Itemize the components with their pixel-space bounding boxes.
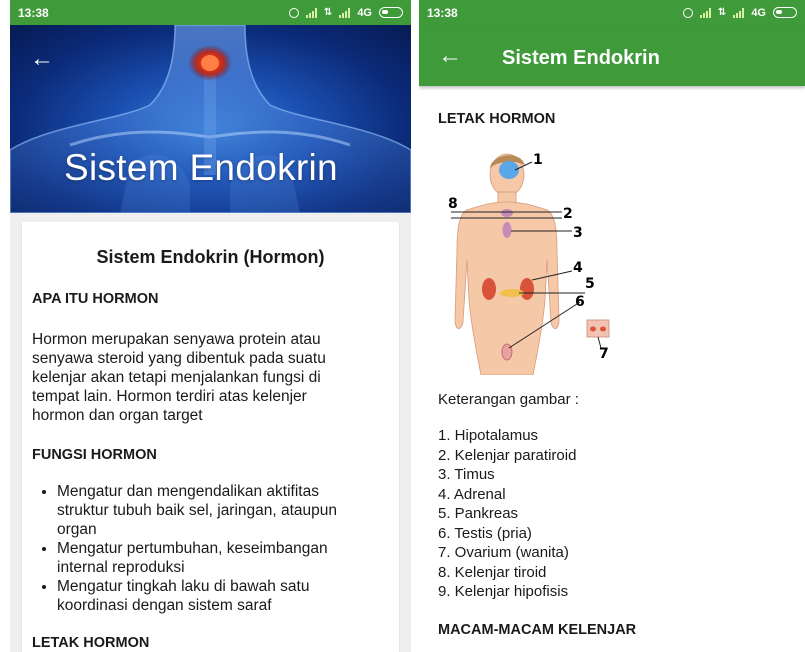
legend-list: 1. Hipotalamus 2. Kelenjar paratiroid 3.… bbox=[438, 426, 576, 602]
list-item-line: internal reproduksi bbox=[57, 559, 185, 576]
article-card: Sistem Endokrin (Hormon) APA ITU HORMON … bbox=[22, 222, 399, 652]
signal-icon bbox=[305, 7, 317, 18]
hero-title: Sistem Endokrin bbox=[64, 147, 338, 188]
status-bar: 13:38 ⇅ 4G bbox=[419, 0, 805, 25]
battery-icon bbox=[773, 7, 797, 18]
left-screen: 13:38 ⇅ 4G ← Sistem Endokrin Sistem Endo… bbox=[10, 0, 411, 652]
paragraph-line: tempat lain. Hormon terdiri atas kelenje… bbox=[32, 388, 307, 405]
network-type: 4G bbox=[357, 6, 372, 19]
paragraph-line: kelenjar akan tetapi menjalankan fungsi … bbox=[32, 369, 321, 386]
list-item: 3. Timus bbox=[438, 466, 495, 483]
list-item-line: Mengatur dan mengendalikan aktifitas bbox=[57, 483, 319, 500]
list-item-line: struktur tubuh baik sel, jaringan, ataup… bbox=[57, 502, 338, 519]
right-screen: 13:38 ⇅ 4G ← Sistem Endokrin LETAK HORMO… bbox=[419, 0, 805, 652]
paragraph-line: hormon dan organ target bbox=[32, 407, 203, 424]
list-item: Mengatur pertumbuhan, keseimbangan inter… bbox=[57, 539, 389, 577]
list-item-line: organ bbox=[57, 521, 97, 538]
diagram-number: 3 bbox=[573, 225, 583, 241]
status-time: 13:38 bbox=[427, 5, 458, 20]
list-item-line: Mengatur pertumbuhan, keseimbangan bbox=[57, 540, 328, 557]
paragraph-line: senyawa steroid yang dibentuk pada suatu bbox=[32, 350, 326, 367]
article-title: Sistem Endokrin (Hormon) bbox=[96, 247, 325, 267]
data-arrows-icon: ⇅ bbox=[323, 6, 333, 18]
list-item: 7. Ovarium (wanita) bbox=[438, 544, 569, 561]
list-item: 9. Kelenjar hipofisis bbox=[438, 583, 569, 600]
hero-banner: ← Sistem Endokrin bbox=[10, 25, 411, 213]
list-item: 1. Hipotalamus bbox=[438, 427, 539, 444]
signal-icon-2 bbox=[733, 7, 745, 18]
diagram-number: 5 bbox=[585, 276, 595, 292]
alarm-icon bbox=[682, 7, 693, 18]
diagram-number: 1 bbox=[533, 152, 543, 168]
list-item-line: Mengatur tingkah laku di bawah satu bbox=[57, 578, 310, 595]
diagram-number: 2 bbox=[563, 206, 573, 222]
endocrine-glands-diagram: 1 2 3 4 5 6 7 8 bbox=[448, 152, 610, 375]
section-heading-letak-hormon: LETAK HORMON bbox=[32, 635, 150, 651]
data-arrows-icon: ⇅ bbox=[717, 6, 727, 18]
signal-icon bbox=[699, 7, 711, 18]
diagram-number: 4 bbox=[573, 260, 583, 276]
app-bar: ← Sistem Endokrin bbox=[419, 25, 805, 86]
paragraph-line: Hormon merupakan senyawa protein atau bbox=[32, 331, 321, 348]
back-arrow-icon[interactable]: ← bbox=[28, 45, 56, 73]
network-type: 4G bbox=[751, 6, 766, 19]
list-item: 5. Pankreas bbox=[438, 505, 519, 522]
status-time: 13:38 bbox=[18, 5, 49, 20]
diagram-number: 8 bbox=[448, 196, 458, 212]
alarm-icon bbox=[288, 7, 299, 18]
status-bar: 13:38 ⇅ 4G bbox=[10, 0, 411, 25]
list-item: 2. Kelenjar paratiroid bbox=[438, 446, 577, 464]
back-arrow-icon[interactable]: ← bbox=[436, 42, 464, 70]
signal-icon-2 bbox=[339, 7, 351, 18]
list-item: Mengatur tingkah laku di bawah satu koor… bbox=[57, 577, 389, 615]
section-heading-letak-hormon: LETAK HORMON bbox=[438, 111, 556, 127]
app-bar-title: Sistem Endokrin bbox=[502, 47, 660, 69]
list-item: 8. Kelenjar tiroid bbox=[438, 563, 547, 581]
list-item: 4. Adrenal bbox=[438, 485, 506, 503]
list-item: Mengatur dan mengendalikan aktifitas str… bbox=[57, 482, 389, 539]
legend-caption: Keterangan gambar : bbox=[438, 391, 579, 408]
list-item-line: koordinasi dengan sistem saraf bbox=[57, 597, 272, 614]
list-item: 6. Testis (pria) bbox=[438, 524, 532, 542]
diagram-number: 7 bbox=[599, 346, 609, 362]
section-heading-apa-itu-hormon: APA ITU HORMON bbox=[32, 291, 159, 307]
fungsi-list: Mengatur dan mengendalikan aktifitas str… bbox=[32, 482, 389, 615]
section-heading-fungsi-hormon: FUNGSI HORMON bbox=[32, 447, 157, 463]
section1-paragraph: Hormon merupakan senyawa protein atau se… bbox=[32, 330, 389, 425]
diagram-number: 6 bbox=[575, 294, 585, 310]
section-heading-macam-kelenjar: MACAM-MACAM KELENJAR bbox=[438, 622, 637, 638]
battery-icon bbox=[379, 7, 403, 18]
